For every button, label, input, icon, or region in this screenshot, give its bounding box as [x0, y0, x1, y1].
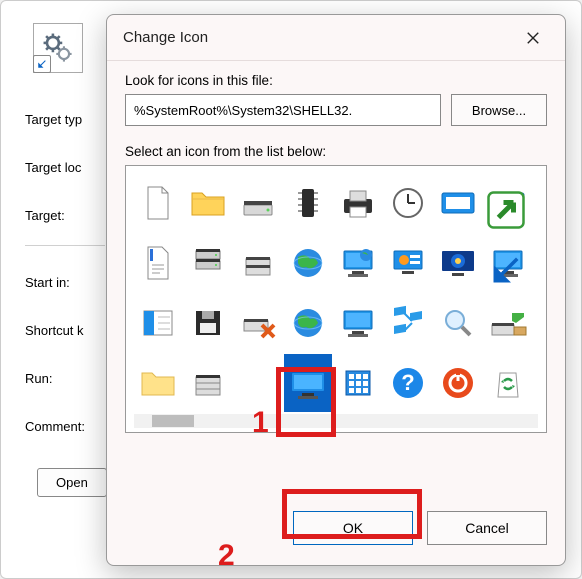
- icon-hard-drive[interactable]: [234, 174, 282, 232]
- icon-monitor-small[interactable]: [334, 294, 382, 352]
- ok-button[interactable]: OK: [293, 511, 413, 545]
- monitor-settings-icon: [388, 243, 428, 283]
- shortcut-icon-preview: [33, 23, 83, 73]
- icon-blank-file[interactable]: [134, 174, 182, 232]
- icon-drive-arrow[interactable]: [484, 294, 532, 352]
- icon-drive-delete[interactable]: [234, 294, 282, 352]
- chip-icon: [288, 183, 328, 223]
- folder-icon: [188, 183, 228, 223]
- monitor-wide-icon: [288, 363, 328, 403]
- icon-document-text[interactable]: [134, 234, 182, 292]
- icon-chip[interactable]: [284, 174, 332, 232]
- globe-icon: [288, 243, 328, 283]
- network-nodes-icon: [388, 303, 428, 343]
- magnifier-icon: [438, 303, 478, 343]
- document-text-icon: [138, 243, 178, 283]
- icon-monitor-settings[interactable]: [384, 234, 432, 292]
- hard-drive-icon: [238, 183, 278, 223]
- icon-folder-empty[interactable]: [134, 354, 182, 412]
- dialog-title: Change Icon: [123, 29, 517, 46]
- recycle-icon: [488, 363, 528, 403]
- icon-magnifier[interactable]: [434, 294, 482, 352]
- shortcut-overlay-icon: [33, 55, 51, 73]
- scrollbar[interactable]: [134, 414, 538, 428]
- icon-printer[interactable]: [334, 174, 382, 232]
- blank-file-icon: [138, 183, 178, 223]
- look-for-label: Look for icons in this file:: [125, 73, 547, 88]
- icon-drive-stack2[interactable]: [184, 354, 232, 412]
- monitor-globe-icon: [338, 243, 378, 283]
- icon-power-circle[interactable]: [434, 354, 482, 412]
- floppy-icon: [188, 303, 228, 343]
- icon-network-nodes[interactable]: [384, 294, 432, 352]
- icon-floppy[interactable]: [184, 294, 232, 352]
- folder-empty-icon: [138, 363, 178, 403]
- globe-small-icon: [288, 303, 328, 343]
- overlay-icon: [486, 250, 526, 290]
- drive-stack2-icon: [188, 363, 228, 403]
- icon-recycle[interactable]: [484, 354, 532, 412]
- monitor-small-icon: [338, 303, 378, 343]
- panel-layout-icon: [138, 303, 178, 343]
- help-circle-icon: [388, 363, 428, 403]
- icon--[interactable]: [234, 354, 282, 412]
- apps-grid-icon: [338, 363, 378, 403]
- close-icon: [526, 31, 540, 45]
- icon-globe-small[interactable]: [284, 294, 332, 352]
- scrollbar-thumb[interactable]: [152, 415, 194, 427]
- icon-folder[interactable]: [184, 174, 232, 232]
- icon-drive-stack[interactable]: [234, 234, 282, 292]
- server-stack-icon: [188, 243, 228, 283]
- printer-icon: [338, 183, 378, 223]
- browse-button[interactable]: Browse...: [451, 94, 547, 126]
- icon-apps-grid[interactable]: [334, 354, 382, 412]
- dialog-titlebar[interactable]: Change Icon: [107, 15, 565, 61]
- icon-path-input[interactable]: [125, 94, 441, 126]
- overlay-icon: [486, 190, 526, 230]
- icon-window-blue[interactable]: [434, 174, 482, 232]
- window-blue-icon: [438, 183, 478, 223]
- icon-monitor-wide[interactable]: [284, 354, 332, 412]
- close-button[interactable]: [517, 22, 549, 54]
- drive-stack-icon: [238, 243, 278, 283]
- drive-delete-icon: [238, 303, 278, 343]
- icon-monitor-share[interactable]: [484, 234, 532, 292]
- icon-panel-layout[interactable]: [134, 294, 182, 352]
- clock-icon: [388, 183, 428, 223]
- open-file-location-button[interactable]: Open: [37, 468, 107, 497]
- icon-help-circle[interactable]: [384, 354, 432, 412]
- change-icon-dialog: Change Icon Look for icons in this file:…: [106, 14, 566, 566]
- drive-arrow-icon: [488, 303, 528, 343]
- icon-monitor-globe[interactable]: [334, 234, 382, 292]
- select-icon-label: Select an icon from the list below:: [125, 144, 547, 159]
- icon-server-stack[interactable]: [184, 234, 232, 292]
- cancel-button[interactable]: Cancel: [427, 511, 547, 545]
- icon-list: [125, 165, 547, 433]
- icon-monitor-blue[interactable]: [434, 234, 482, 292]
- icon-globe[interactable]: [284, 234, 332, 292]
- monitor-blue-icon: [438, 243, 478, 283]
- power-circle-icon: [438, 363, 478, 403]
- icon-clock[interactable]: [384, 174, 432, 232]
- icon-window-share[interactable]: [484, 174, 532, 232]
